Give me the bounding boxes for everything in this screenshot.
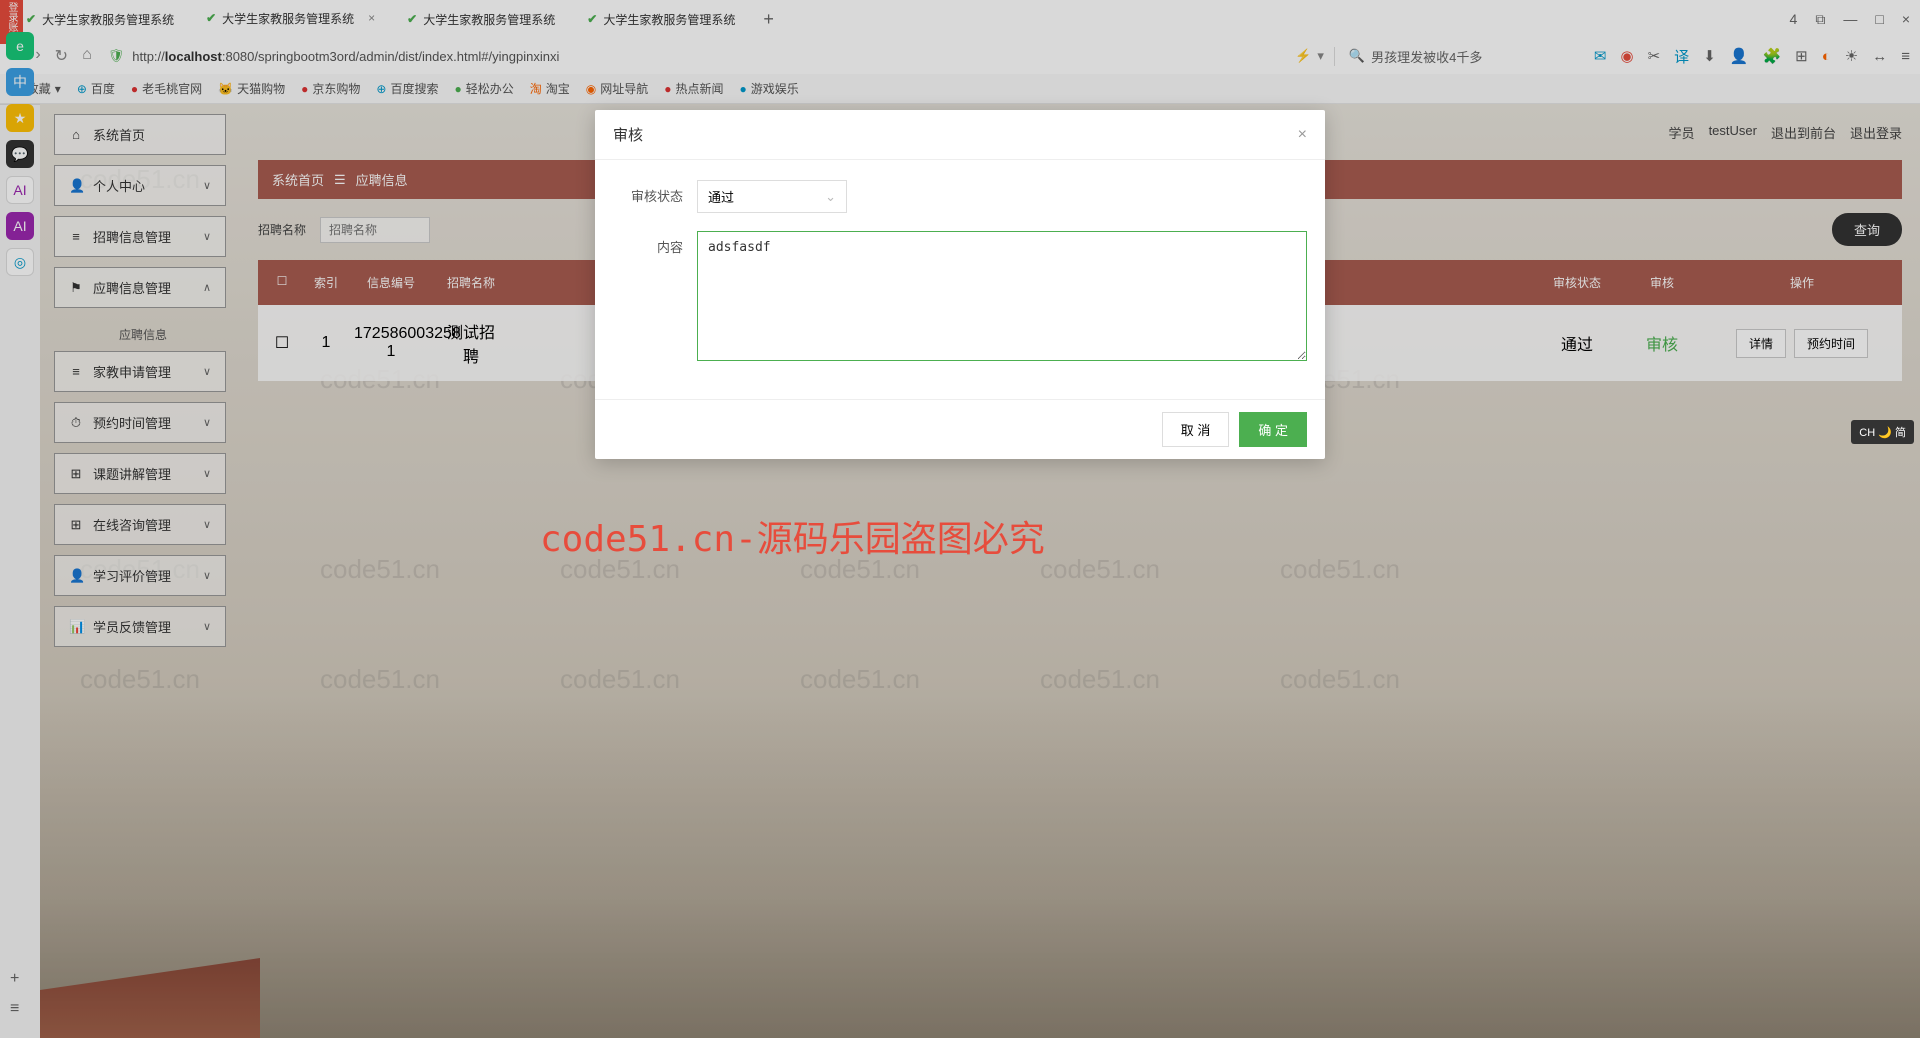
modal-overlay: 审核 × 审核状态 通过 ⌄ 内容 取 消 确 定	[0, 0, 1920, 1038]
ime-badge[interactable]: CH 🌙 简	[1851, 420, 1914, 444]
audit-modal: 审核 × 审核状态 通过 ⌄ 内容 取 消 确 定	[595, 110, 1325, 459]
cancel-button[interactable]: 取 消	[1162, 412, 1230, 447]
status-label: 审核状态	[613, 180, 683, 205]
chevron-down-icon: ⌄	[825, 189, 836, 205]
confirm-button[interactable]: 确 定	[1239, 412, 1307, 447]
content-textarea[interactable]	[697, 231, 1307, 361]
modal-close-button[interactable]: ×	[1298, 126, 1307, 144]
content-label: 内容	[613, 231, 683, 256]
modal-title: 审核	[613, 124, 643, 145]
status-select[interactable]: 通过 ⌄	[697, 180, 847, 213]
